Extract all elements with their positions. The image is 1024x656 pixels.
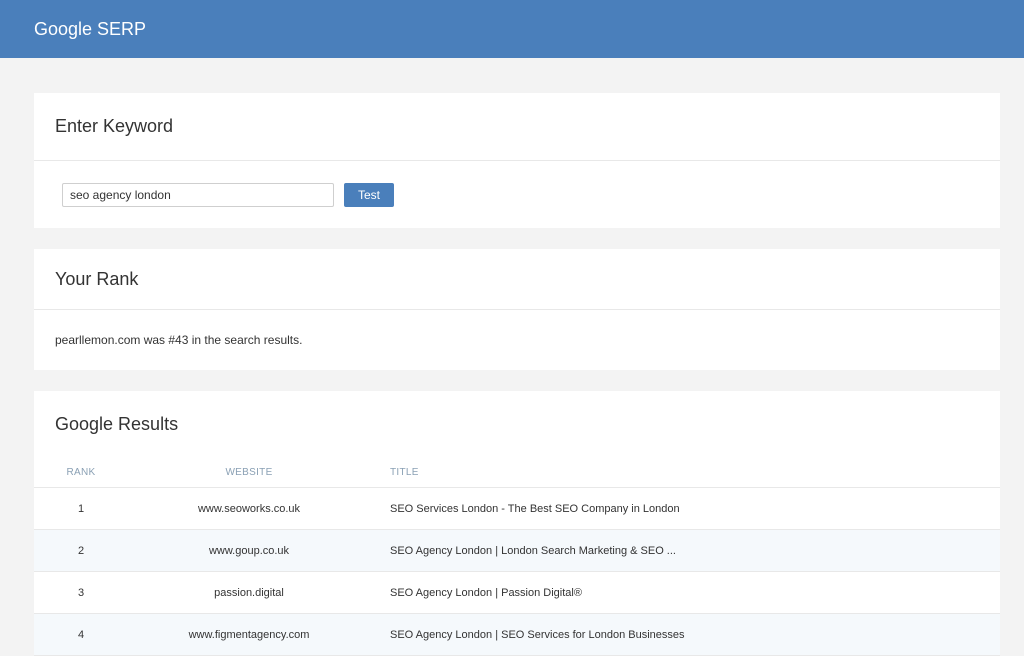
column-header-title[interactable]: TITLE	[370, 457, 1000, 488]
enter-keyword-card: Enter Keyword Test	[34, 93, 1000, 228]
table-row: 2 www.goup.co.uk SEO Agency London | Lon…	[34, 529, 1000, 572]
keyword-input[interactable]	[62, 182, 334, 207]
rank-cell: 3	[34, 571, 128, 614]
top-bar: Google SERP	[0, 0, 1024, 58]
title-cell: SEO Services London - The Best SEO Compa…	[370, 487, 1000, 530]
google-results-card: Google Results RANK WEBSITE TITLE 1 www.…	[34, 391, 1000, 656]
website-cell: www.seoworks.co.uk	[128, 487, 370, 530]
table-row: 1 www.seoworks.co.uk SEO Services London…	[34, 487, 1000, 530]
table-row: 3 passion.digital SEO Agency London | Pa…	[34, 571, 1000, 614]
website-cell: www.goup.co.uk	[128, 529, 370, 572]
rank-cell: 1	[34, 487, 128, 530]
title-cell: SEO Agency London | Passion Digital®	[370, 571, 1000, 614]
website-cell: passion.digital	[128, 571, 370, 614]
test-button[interactable]: Test	[344, 182, 394, 207]
card-title: Google Results	[55, 413, 179, 434]
title-cell: SEO Agency London | London Search Market…	[370, 529, 1000, 572]
column-header-website[interactable]: WEBSITE	[128, 457, 370, 488]
card-title: Enter Keyword	[34, 93, 1000, 161]
app-title: Google SERP	[34, 18, 147, 39]
rank-cell: 2	[34, 529, 128, 572]
keyword-form: Test	[34, 161, 1000, 228]
title-cell: SEO Agency London | SEO Services for Lon…	[370, 613, 1000, 656]
card-title: Your Rank	[34, 249, 1000, 310]
website-cell: www.figmentagency.com	[128, 613, 370, 656]
column-header-rank[interactable]: RANK	[34, 457, 128, 488]
rank-message: pearllemon.com was #43 in the search res…	[55, 333, 303, 347]
rank-cell: 4	[34, 613, 128, 656]
table-header-row: RANK WEBSITE TITLE	[34, 457, 1000, 488]
results-table: RANK WEBSITE TITLE 1 www.seoworks.co.uk …	[34, 457, 1000, 656]
table-row: 4 www.figmentagency.com SEO Agency Londo…	[34, 613, 1000, 656]
your-rank-card: Your Rank pearllemon.com was #43 in the …	[34, 249, 1000, 370]
